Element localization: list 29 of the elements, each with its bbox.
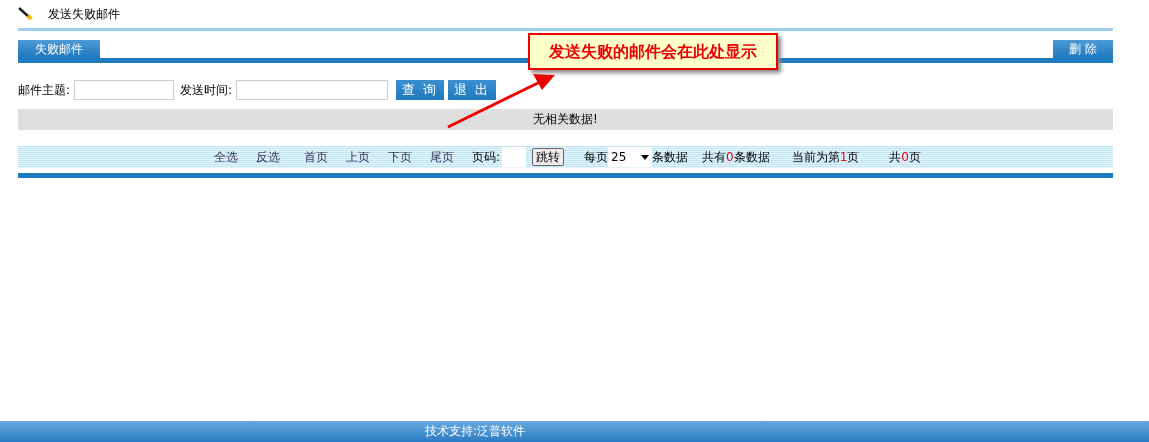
pager-link[interactable]: 上页 [346,148,370,166]
callout: 发送失败的邮件会在此处显示 [528,33,778,70]
count-text: 共0页 [889,149,921,166]
count-text: 当前为第1页 [791,149,860,166]
per-page-label: 每页 [584,149,609,166]
page-input[interactable] [502,147,527,167]
input-field[interactable] [236,80,389,100]
pen-icon [18,7,34,21]
page-title: 发送失败邮件 [48,6,120,23]
input-field[interactable] [74,80,175,100]
per-page-suffix: 条数据 [652,149,689,166]
search-button[interactable]: 退 出 [448,80,497,100]
page-label: 页码: [472,149,501,166]
field-label: 邮件主题: [18,82,71,99]
empty-message: 无相关数据! [18,109,1113,130]
field-label: 发送时间: [180,82,233,99]
pager-link[interactable]: 首页 [304,148,328,166]
pager-link[interactable]: 全选 [214,148,238,166]
footer-text: 技术支持:泛普软件 [0,421,1149,442]
count-text: 共有0条数据 [702,149,770,166]
per-page-select[interactable]: 25 [608,147,653,167]
tab[interactable]: 失败邮件 [18,40,100,58]
pager-link[interactable]: 反选 [256,148,280,166]
dropdown-arrow-icon [641,154,650,160]
pager-link[interactable]: 尾页 [430,148,454,166]
search-button[interactable]: 查 询 [396,80,445,100]
pager-link[interactable]: 下页 [388,148,412,166]
delete-button[interactable]: 删 除 [1053,40,1113,58]
go-button[interactable]: 跳转 [532,148,565,166]
